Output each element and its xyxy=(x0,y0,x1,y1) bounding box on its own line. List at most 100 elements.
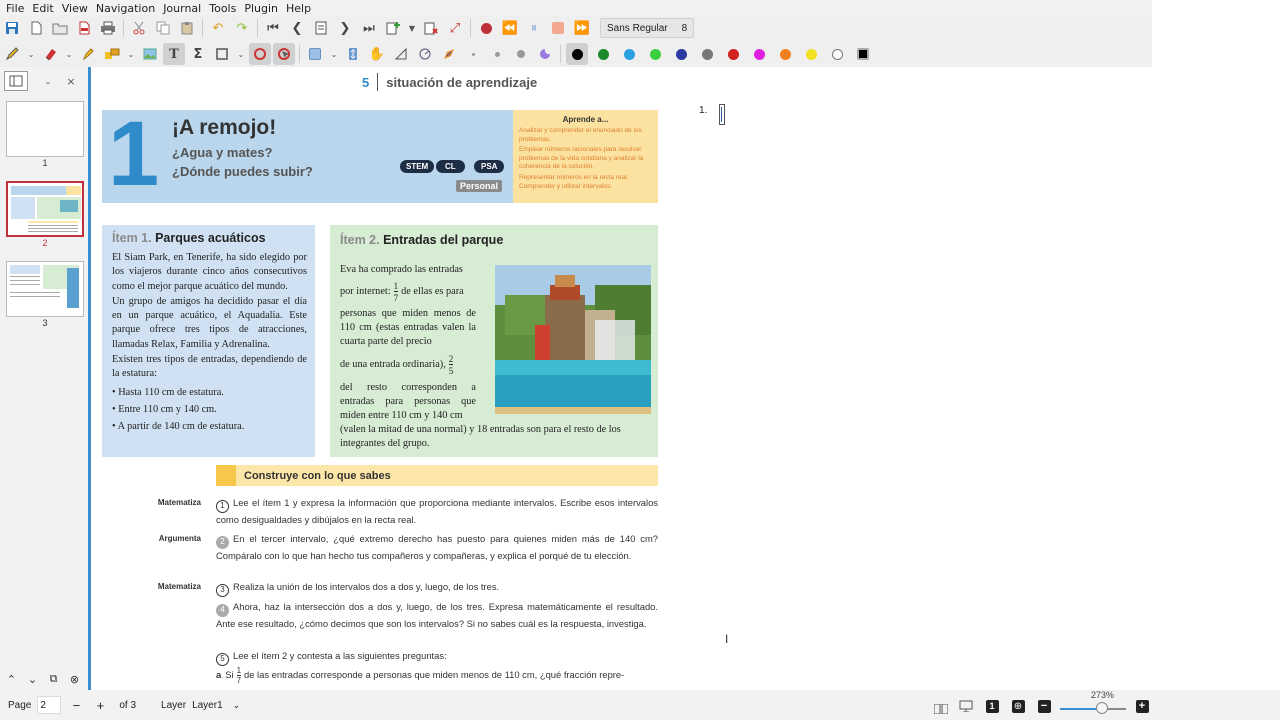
stop-icon[interactable] xyxy=(547,17,569,39)
color-yellow[interactable] xyxy=(800,43,822,65)
medium-size-icon[interactable] xyxy=(486,43,508,65)
color-magenta[interactable] xyxy=(748,43,770,65)
vertical-space-icon[interactable] xyxy=(342,43,364,65)
menu-plugin[interactable]: Plugin xyxy=(242,2,284,15)
color-white[interactable] xyxy=(826,43,848,65)
rewind-icon[interactable]: ⏪ xyxy=(499,17,521,39)
text-caret xyxy=(721,107,722,122)
page-thumbnail[interactable]: 1 xyxy=(6,101,84,168)
insert-page-icon[interactable] xyxy=(382,17,404,39)
menu-navigation[interactable]: Navigation xyxy=(94,2,161,15)
chevron-down-icon[interactable]: ⌄ xyxy=(63,43,75,65)
page-thumbnail-selected[interactable]: 2 xyxy=(6,181,84,248)
page-decrement-button[interactable]: − xyxy=(65,698,87,713)
fullscreen-icon[interactable]: ⤢ xyxy=(444,17,466,39)
chevron-down-icon[interactable]: ⌄ xyxy=(235,43,247,65)
separator xyxy=(202,19,203,37)
last-page-icon[interactable]: ⏭ xyxy=(358,17,380,39)
presentation-mode-icon[interactable] xyxy=(955,695,977,717)
copy-icon[interactable] xyxy=(152,17,174,39)
zoom-in-icon[interactable]: + xyxy=(1131,695,1153,717)
paste-icon[interactable] xyxy=(176,17,198,39)
thumbnail-number: 1 xyxy=(42,158,48,168)
thick-size-icon[interactable] xyxy=(510,43,532,65)
record-icon[interactable] xyxy=(475,17,497,39)
zoom-slider-handle[interactable] xyxy=(1096,702,1108,714)
goto-page-icon[interactable] xyxy=(310,17,332,39)
shape-recognizer-icon[interactable] xyxy=(101,43,123,65)
zoom-fit-icon[interactable]: ⊕ xyxy=(1007,695,1029,717)
save-icon[interactable] xyxy=(1,17,23,39)
close-icon[interactable]: × xyxy=(65,70,77,92)
sidebar-view-selector[interactable] xyxy=(4,71,28,91)
menu-help[interactable]: Help xyxy=(284,2,317,15)
select-rectangle-icon[interactable] xyxy=(304,43,326,65)
highlighter-icon[interactable] xyxy=(77,43,99,65)
color-custom[interactable] xyxy=(852,43,874,65)
delete-page-icon[interactable]: ⊗ xyxy=(65,670,84,688)
color-green[interactable] xyxy=(592,43,614,65)
pen-icon[interactable] xyxy=(1,43,23,65)
item2-line: personas que miden menos de 110 cm (esta… xyxy=(340,308,476,347)
tools-toolbar: ⌄ ⌄ ⌄ T Σ ⌄ ⌄ ✋ xyxy=(0,41,1152,67)
color-gray[interactable] xyxy=(696,43,718,65)
default-tool-icon[interactable] xyxy=(438,43,460,65)
ruler-icon[interactable] xyxy=(390,43,412,65)
menu-edit[interactable]: Edit xyxy=(30,2,59,15)
color-light-blue[interactable] xyxy=(618,43,640,65)
zoom-100-icon[interactable]: 1 xyxy=(981,695,1003,717)
menu-file[interactable]: File xyxy=(4,2,30,15)
move-page-down-icon[interactable]: ⌄ xyxy=(23,670,42,688)
latex-icon[interactable]: Σ xyxy=(187,43,209,65)
document-canvas[interactable]: 5 situación de aprendizaje 1 ¡A remojo! … xyxy=(94,67,1152,690)
rectangle-icon[interactable] xyxy=(211,43,233,65)
next-page-icon[interactable]: ❯ xyxy=(334,17,356,39)
text-tool-icon[interactable]: T xyxy=(163,43,185,65)
compass-icon[interactable] xyxy=(414,43,436,65)
zoom-out-icon[interactable]: − xyxy=(1033,695,1055,717)
pause-icon[interactable]: ⏸ xyxy=(523,17,545,39)
chevron-down-icon[interactable]: ▼ xyxy=(406,17,418,39)
chevron-down-icon[interactable]: ⌄ xyxy=(125,43,137,65)
select-region-icon[interactable] xyxy=(249,43,271,65)
select-object-icon[interactable] xyxy=(273,43,295,65)
menu-view[interactable]: View xyxy=(60,2,94,15)
previous-page-icon[interactable]: ❮ xyxy=(286,17,308,39)
image-icon[interactable] xyxy=(139,43,161,65)
new-document-icon[interactable] xyxy=(25,17,47,39)
page-number-input[interactable]: 2 xyxy=(37,696,62,714)
chevron-down-icon[interactable]: ⌄ xyxy=(42,70,54,92)
question-text: Lee el ítem 2 y contesta a las siguiente… xyxy=(233,650,447,661)
chevron-down-icon[interactable]: ⌄ xyxy=(328,43,340,65)
page-increment-button[interactable]: + xyxy=(89,698,111,713)
move-page-up-icon[interactable]: ⌃ xyxy=(2,670,21,688)
color-light-green[interactable] xyxy=(644,43,666,65)
print-icon[interactable] xyxy=(97,17,119,39)
export-pdf-icon[interactable] xyxy=(73,17,95,39)
copy-page-icon[interactable]: ⧉ xyxy=(44,670,63,688)
font-selector[interactable]: Sans Regular 8 xyxy=(600,18,695,38)
color-black[interactable] xyxy=(566,43,588,65)
page-thumbnail[interactable]: 3 xyxy=(6,261,84,328)
fine-size-icon[interactable] xyxy=(462,43,484,65)
delete-page-icon[interactable] xyxy=(420,17,442,39)
text-cursor-box[interactable] xyxy=(719,104,725,125)
cut-icon[interactable] xyxy=(128,17,150,39)
color-red[interactable] xyxy=(722,43,744,65)
chevron-down-icon[interactable]: ⌄ xyxy=(233,700,241,711)
first-page-icon[interactable]: ⏮ xyxy=(262,17,284,39)
undo-icon[interactable]: ↶ xyxy=(207,17,229,39)
layer-value[interactable]: Layer1 xyxy=(192,700,223,711)
redo-icon[interactable]: ↷ xyxy=(231,17,253,39)
open-folder-icon[interactable] xyxy=(49,17,71,39)
fill-icon[interactable] xyxy=(534,43,556,65)
color-orange[interactable] xyxy=(774,43,796,65)
menu-tools[interactable]: Tools xyxy=(207,2,242,15)
fast-forward-icon[interactable]: ⏩ xyxy=(571,17,593,39)
chevron-down-icon[interactable]: ⌄ xyxy=(25,43,37,65)
eraser-icon[interactable] xyxy=(39,43,61,65)
menu-journal[interactable]: Journal xyxy=(161,2,207,15)
color-blue[interactable] xyxy=(670,43,692,65)
hand-icon[interactable]: ✋ xyxy=(366,43,388,65)
dual-page-icon[interactable] xyxy=(930,698,952,720)
